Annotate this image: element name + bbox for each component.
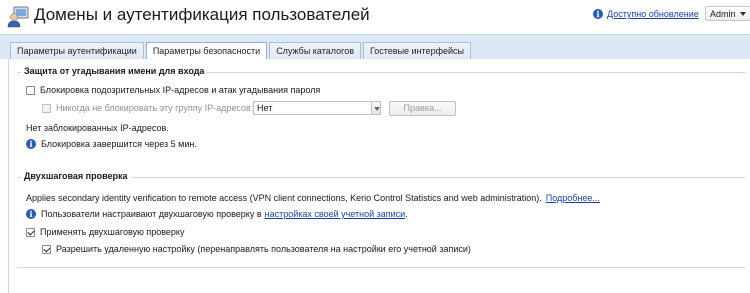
- never-block-label: Никогда не блокировать эту группу IP-адр…: [56, 103, 254, 113]
- twostep-description: Applies secondary identity verification …: [26, 193, 542, 203]
- never-block-row: Никогда не блокировать эту группу IP-адр…: [42, 103, 253, 113]
- app-header: Домены и аутентификация пользователей i …: [0, 0, 750, 34]
- lock-info-row: i Блокировка завершится через 5 мин.: [26, 139, 197, 149]
- apply-twostep-checkbox[interactable]: [26, 227, 35, 237]
- lock-info-text: Блокировка завершится через 5 мин.: [41, 139, 197, 149]
- remote-setup-row: Разрешить удаленную настройку (перенапра…: [42, 244, 471, 254]
- account-settings-link[interactable]: настройках своей учетной записи: [265, 209, 406, 219]
- more-info-link[interactable]: Подробнее...: [546, 193, 600, 203]
- tab-directory-services[interactable]: Службы каталогов: [269, 42, 361, 60]
- user-menu-button[interactable]: Admin: [705, 6, 750, 21]
- tab-auth-settings[interactable]: Параметры аутентификации: [10, 42, 144, 60]
- apply-twostep-row: Применять двухшаговую проверку: [26, 227, 184, 237]
- no-blocked-label: Нет заблокированных IP-адресов.: [26, 123, 169, 133]
- block-ip-label: Блокировка подозрительных IP-адресов и а…: [40, 85, 321, 95]
- users-domain-icon: [7, 6, 29, 28]
- block-ip-checkbox[interactable]: [26, 85, 35, 95]
- chevron-down-icon: [739, 11, 746, 16]
- info-icon: i: [26, 209, 36, 219]
- update-available-link[interactable]: Доступно обновление: [607, 9, 699, 19]
- user-name: Admin: [710, 8, 736, 19]
- remote-setup-label: Разрешить удаленную настройку (перенапра…: [56, 244, 471, 254]
- twostep-info-text: Пользователи настраивают двухшаговую про…: [41, 209, 262, 219]
- edit-ip-group-button[interactable]: Правка...: [389, 101, 456, 116]
- info-icon: i: [26, 139, 36, 149]
- update-notice: i Доступно обновление: [593, 9, 699, 19]
- guessing-section-title: Защита от угадывания имени для входа: [21, 66, 208, 78]
- page-title: Домены и аутентификация пользователей: [34, 5, 370, 24]
- no-blocked-text: Нет заблокированных IP-адресов.: [26, 123, 169, 133]
- security-settings-panel: Защита от угадывания имени для входа Бло…: [8, 59, 750, 293]
- info-icon: i: [593, 9, 603, 19]
- block-ip-row: Блокировка подозрительных IP-адресов и а…: [26, 85, 320, 95]
- twostep-description-row: Applies secondary identity verification …: [26, 193, 600, 203]
- twostep-info-row: i Пользователи настраивают двухшаговую п…: [26, 209, 408, 219]
- never-block-checkbox[interactable]: [42, 103, 51, 113]
- tab-bar: Параметры аутентификации Параметры безоп…: [0, 34, 750, 61]
- tab-guest-interfaces[interactable]: Гостевые интерфейсы: [362, 42, 471, 60]
- twostep-info-suffix: .: [405, 209, 408, 219]
- ip-group-dropdown-icon[interactable]: [371, 101, 381, 115]
- ip-group-select[interactable]: Нет: [253, 101, 381, 115]
- twostep-section-title: Двухшаговая проверка: [21, 171, 131, 183]
- section-divider-bottom: [17, 267, 745, 268]
- apply-twostep-label: Применять двухшаговую проверку: [40, 227, 185, 237]
- remote-setup-checkbox[interactable]: [42, 244, 51, 254]
